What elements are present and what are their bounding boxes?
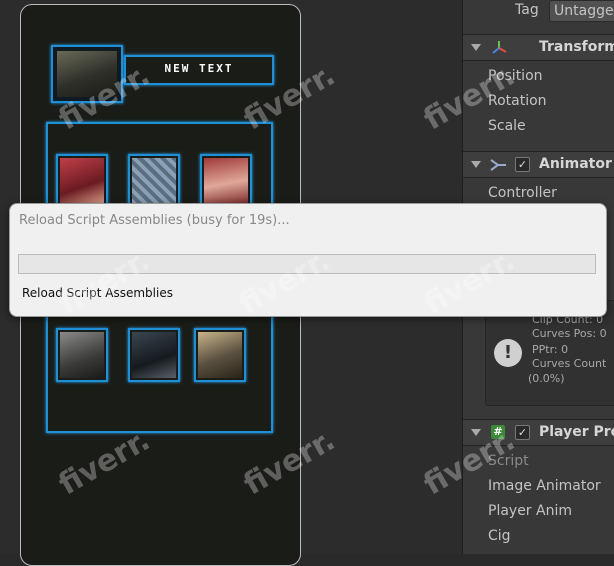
- character-card[interactable]: [56, 328, 108, 382]
- transform-axes-icon: [492, 41, 507, 54]
- transform-title: Transform: [539, 39, 614, 55]
- curves-pos-text: Curves Pos: 0: [532, 327, 607, 340]
- character-card[interactable]: [128, 154, 180, 208]
- dialog-status: Reload Script Assemblies: [22, 286, 173, 300]
- character-image: [60, 332, 104, 378]
- animator-icon: [490, 159, 506, 171]
- image-animator-label: Image Animator: [488, 478, 601, 494]
- position-field[interactable]: Position: [463, 64, 614, 89]
- pptr-text: PPtr: 0: [532, 343, 569, 356]
- player-anim-label: Player Anim: [488, 503, 572, 519]
- character-image: [60, 158, 104, 204]
- curves-count-text: Curves Count: [532, 357, 607, 370]
- player-portrait-image: [57, 51, 117, 97]
- player-component-title: Player Pro: [539, 424, 614, 440]
- player-component-header[interactable]: # ✓ Player Pro: [463, 419, 614, 446]
- tag-dropdown[interactable]: Untagged: [549, 0, 614, 22]
- dialog-title: Reload Script Assemblies (busy for 19s).…: [19, 213, 290, 228]
- foldout-arrow-icon[interactable]: [471, 429, 481, 436]
- player-component-checkbox[interactable]: ✓: [515, 425, 530, 440]
- scale-field[interactable]: Scale: [463, 114, 614, 139]
- scale-label: Scale: [488, 118, 526, 134]
- foldout-arrow-icon[interactable]: [471, 44, 481, 51]
- tag-row: Tag Untagged: [463, 0, 614, 23]
- image-animator-field[interactable]: Image Animator: [463, 474, 614, 499]
- player-portrait-frame: [51, 45, 123, 103]
- script-label: Script: [488, 453, 529, 469]
- character-card[interactable]: [200, 154, 252, 208]
- cig-field[interactable]: Cig: [463, 524, 614, 549]
- character-card[interactable]: [194, 328, 246, 382]
- animator-header[interactable]: ✓ Animator: [463, 151, 614, 178]
- character-image: [132, 332, 176, 378]
- character-image: [204, 158, 248, 204]
- foldout-arrow-icon[interactable]: [471, 161, 481, 168]
- name-plate-text: NEW TEXT: [164, 62, 234, 75]
- name-plate: NEW TEXT: [124, 55, 274, 85]
- cig-label: Cig: [488, 528, 511, 544]
- tag-label: Tag: [515, 2, 539, 18]
- character-card[interactable]: [56, 154, 108, 208]
- reload-progress-dialog: Reload Script Assemblies (busy for 19s).…: [9, 203, 607, 317]
- animator-enabled-checkbox[interactable]: ✓: [515, 157, 530, 172]
- progress-bar: [18, 254, 596, 274]
- position-label: Position: [488, 68, 543, 84]
- animator-title: Animator: [539, 156, 612, 172]
- character-image: [132, 158, 176, 204]
- percent-text: (0.0%): [528, 372, 565, 385]
- character-card[interactable]: [128, 328, 180, 382]
- rotation-label: Rotation: [488, 93, 547, 109]
- script-hash-icon: #: [491, 425, 505, 439]
- character-image: [198, 332, 242, 378]
- warning-icon: !: [494, 339, 522, 367]
- player-anim-field[interactable]: Player Anim: [463, 499, 614, 524]
- script-field: Script: [463, 449, 614, 474]
- transform-header[interactable]: Transform: [463, 34, 614, 61]
- rotation-field[interactable]: Rotation: [463, 89, 614, 114]
